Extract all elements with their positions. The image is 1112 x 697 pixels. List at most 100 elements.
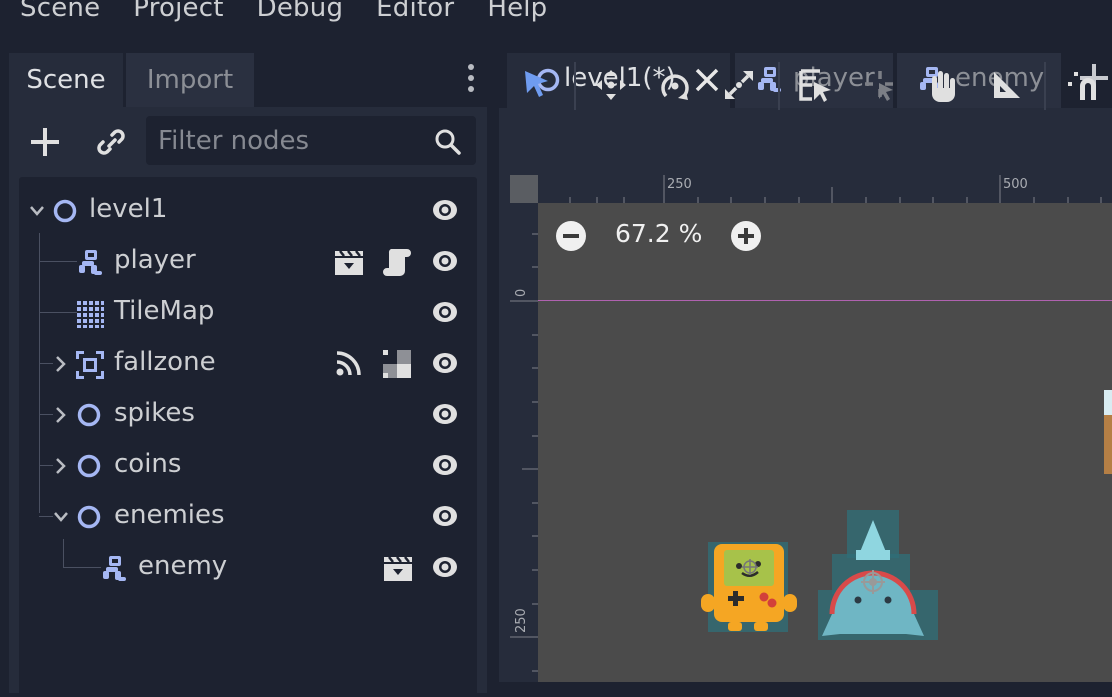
move-tool-button[interactable] xyxy=(594,68,630,104)
visibility-eye-icon[interactable] xyxy=(431,453,459,477)
hand-icon xyxy=(932,71,955,102)
menu-editor[interactable]: Editor xyxy=(376,0,454,23)
zoom-in-button[interactable] xyxy=(730,220,762,256)
tree-item-enemies[interactable]: enemies xyxy=(19,492,477,543)
tree-item-label: TileMap xyxy=(114,296,215,326)
link-icon xyxy=(97,129,125,155)
origin-axis-line xyxy=(538,300,1112,301)
tree-item-coins[interactable]: coins xyxy=(19,441,477,492)
chevron-down-icon[interactable] xyxy=(53,510,69,524)
toolbar-separator xyxy=(778,62,780,110)
menu-debug[interactable]: Debug xyxy=(257,0,344,23)
scale-tool-button[interactable] xyxy=(722,68,758,104)
rotate-tool-button[interactable] xyxy=(658,68,694,104)
scale-icon xyxy=(725,71,753,99)
tree-item-label: enemy xyxy=(138,551,228,581)
tree-item-level1[interactable]: level1 xyxy=(19,186,477,237)
ruler-horizontal: 250 500 xyxy=(538,175,1112,203)
add-node-button[interactable] xyxy=(29,126,61,162)
menu-scene[interactable]: Scene xyxy=(20,0,100,23)
ruler-label-0: 0 xyxy=(514,288,529,297)
tree-item-player[interactable]: player xyxy=(19,237,477,288)
scene-tree: level1 player TileMap fallzone spikes co… xyxy=(19,177,477,697)
visibility-eye-icon[interactable] xyxy=(431,300,459,324)
group-icon[interactable] xyxy=(383,350,411,378)
plus-icon xyxy=(31,128,59,156)
pivot-icon xyxy=(865,71,893,101)
snap-magnet-icon xyxy=(1068,72,1096,100)
zoom-out-icon xyxy=(556,221,586,251)
node2d-icon xyxy=(77,454,101,478)
tree-item-tilemap[interactable]: TileMap xyxy=(19,288,477,339)
close-icon[interactable] xyxy=(695,68,719,92)
canvas-viewport[interactable]: 67.2 % xyxy=(538,203,1112,682)
character-icon xyxy=(103,556,126,581)
animation-clapper-icon[interactable] xyxy=(334,250,364,276)
list-select-tool-button[interactable] xyxy=(798,68,834,104)
script-icon[interactable] xyxy=(383,247,411,277)
dock-menu-icon[interactable] xyxy=(464,59,478,103)
chevron-down-icon[interactable] xyxy=(29,204,45,218)
player-sprite[interactable] xyxy=(698,540,800,636)
scene-tab-enemy[interactable]: enemy xyxy=(897,53,1061,108)
visibility-eye-icon[interactable] xyxy=(431,504,459,528)
visibility-eye-icon[interactable] xyxy=(431,198,459,222)
chevron-right-icon[interactable] xyxy=(53,457,67,475)
pivot-tool-button[interactable] xyxy=(862,68,898,104)
area2d-icon xyxy=(76,351,104,379)
tree-item-spikes[interactable]: spikes xyxy=(19,390,477,441)
visibility-eye-icon[interactable] xyxy=(431,555,459,579)
animation-clapper-icon[interactable] xyxy=(383,556,413,582)
ruler-triangle-icon xyxy=(994,72,1020,98)
character-icon xyxy=(79,250,102,275)
select-cursor-icon xyxy=(525,71,548,97)
menu-project[interactable]: Project xyxy=(133,0,223,23)
zoom-in-icon xyxy=(731,221,761,251)
chevron-right-icon[interactable] xyxy=(53,355,67,373)
menu-bar: Scene Project Debug Editor Help xyxy=(0,0,1112,28)
filter-nodes-input[interactable] xyxy=(158,116,418,165)
tree-item-label: level1 xyxy=(89,194,168,224)
scene-dock: Scene Import Filter nodes level1 player … xyxy=(9,53,487,697)
select-tool-button[interactable] xyxy=(521,68,557,104)
visibility-eye-icon[interactable] xyxy=(431,249,459,273)
pan-tool-button[interactable] xyxy=(926,68,962,104)
ruler-label-500: 500 xyxy=(1003,177,1028,192)
platform-sprite-top xyxy=(1104,390,1112,415)
dock-tab-bar: Scene Import xyxy=(9,53,487,107)
tilemap-icon xyxy=(77,301,104,328)
tree-item-label: enemies xyxy=(114,500,225,530)
signal-icon[interactable] xyxy=(335,351,361,377)
ruler-vertical: 0 250 xyxy=(510,203,538,682)
filter-nodes-box xyxy=(146,116,476,165)
ruler-corner xyxy=(510,175,538,203)
tab-scene[interactable]: Scene xyxy=(9,53,123,107)
zoom-out-button[interactable] xyxy=(555,220,587,256)
chevron-right-icon[interactable] xyxy=(53,406,67,424)
tree-item-label: player xyxy=(114,245,196,275)
tree-item-label: coins xyxy=(114,449,182,479)
tree-item-fallzone[interactable]: fallzone xyxy=(19,339,477,390)
zoom-level-label[interactable]: 67.2 % xyxy=(615,219,702,248)
ruler-tool-button[interactable] xyxy=(990,68,1026,104)
tree-item-label: fallzone xyxy=(114,347,216,377)
ruler-label-250: 250 xyxy=(667,177,692,192)
enemy-sprite[interactable] xyxy=(816,508,940,642)
ruler-label-250: 250 xyxy=(514,608,529,633)
visibility-eye-icon[interactable] xyxy=(431,351,459,375)
move-icon xyxy=(596,70,626,100)
node2d-icon xyxy=(77,403,101,427)
node2d-icon xyxy=(77,505,101,529)
tab-import[interactable]: Import xyxy=(126,53,254,107)
menu-help[interactable]: Help xyxy=(487,0,547,23)
rotate-icon xyxy=(661,74,689,100)
list-select-icon xyxy=(799,69,831,102)
visibility-eye-icon[interactable] xyxy=(431,402,459,426)
search-icon xyxy=(435,129,461,155)
tree-item-enemy[interactable]: enemy xyxy=(19,543,477,594)
tree-item-label: spikes xyxy=(114,398,195,428)
snap-tool-button[interactable] xyxy=(1066,68,1102,104)
toolbar-separator xyxy=(1044,62,1046,110)
instance-scene-button[interactable] xyxy=(95,126,127,162)
node2d-icon xyxy=(53,199,77,223)
